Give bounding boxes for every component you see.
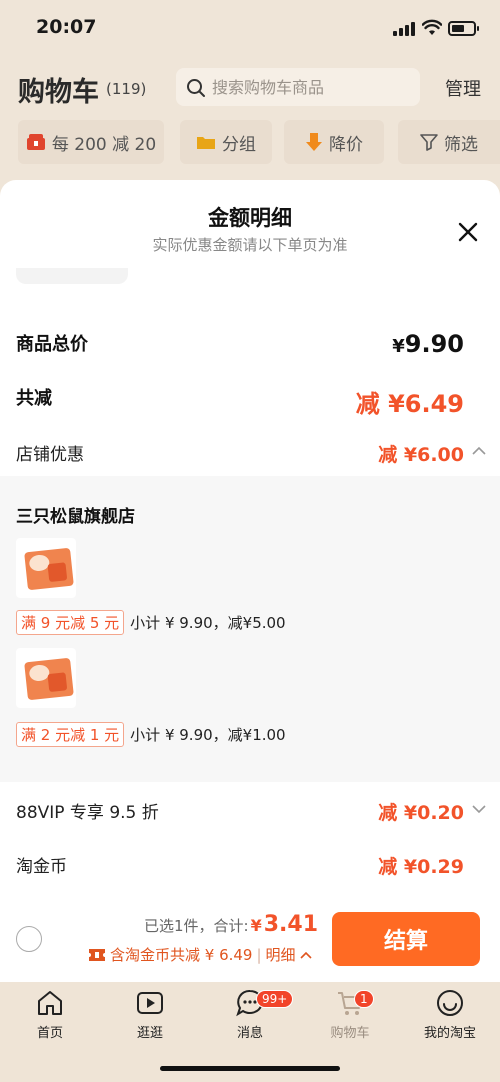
coupon-icon [26, 134, 45, 150]
chip-group[interactable]: 分组 [180, 120, 272, 164]
scroll-peek [16, 268, 128, 284]
cart-header: 购物车 (119) 管理 [0, 64, 500, 114]
battery-icon [448, 21, 479, 36]
total-price-row: 商品总价 ¥9.90 [16, 330, 484, 364]
total-price-label: 商品总价 [16, 334, 88, 355]
tab-cart[interactable]: 购物车 1 [300, 988, 400, 1041]
tab-label: 我的淘宝 [423, 1026, 476, 1041]
tab-my-taobao[interactable]: 我的淘宝 [400, 988, 500, 1041]
wifi-icon [422, 19, 442, 35]
taojinbi-label: 淘金币 [16, 857, 67, 877]
promo-tag: 满 2 元减 1 元 [16, 722, 125, 747]
total-price-value: ¥9.90 [392, 330, 464, 358]
vip-discount-value: 减 ¥0.20 [378, 802, 464, 824]
home-indicator [160, 1066, 340, 1071]
total-discount-row: 共减 减 ¥6.49 [16, 384, 484, 418]
filter-chips: 每 200 减 20 分组 降价 筛选 [0, 120, 500, 166]
total-currency: ¥ [250, 916, 262, 935]
manage-button[interactable]: 管理 [445, 75, 481, 101]
checkout-button[interactable]: 结算 [332, 912, 480, 966]
cart-count: (119) [106, 80, 147, 98]
cart-search-input[interactable] [212, 76, 412, 98]
shop-discount-label: 店铺优惠 [16, 445, 84, 465]
total-price-amount: 9.90 [404, 330, 464, 358]
chevron-up-icon[interactable] [472, 446, 486, 456]
taojinbi-value: 减 ¥0.29 [378, 856, 464, 878]
close-icon[interactable] [454, 218, 482, 246]
tab-label: 购物车 [330, 1026, 370, 1041]
filter-icon [420, 134, 438, 151]
chevron-up-icon [299, 951, 312, 959]
signal-icon [393, 22, 417, 36]
sheet-subtitle: 实际优惠金额请以下单页为准 [152, 236, 348, 254]
promo-line: 满 2 元减 1 元 小计 ¥ 9.90，减¥1.00 [16, 722, 286, 747]
chip-label: 分组 [222, 134, 256, 155]
chip-price-drop[interactable]: 降价 [284, 120, 384, 164]
cart-title: 购物车 [18, 77, 99, 108]
chip-filter[interactable]: 筛选 [398, 120, 500, 164]
tab-browse[interactable]: 逛逛 [100, 988, 200, 1041]
tab-label: 消息 [236, 1026, 263, 1041]
select-all-radio[interactable] [16, 926, 42, 952]
price-drop-icon [306, 133, 322, 151]
product-thumbnail[interactable] [16, 648, 76, 708]
total-discount-value: 减 ¥6.49 [355, 390, 464, 418]
promo-summary: 小计 ¥ 9.90，减¥5.00 [130, 614, 286, 632]
amount-detail-sheet: 金额明细 实际优惠金额请以下单页为准 商品总价 ¥9.90 共减 减 ¥6.49… [0, 180, 500, 982]
selected-summary: 已选1件，合计: ¥ 3.41 [144, 912, 318, 937]
profile-icon [437, 990, 463, 1016]
vip-discount-row[interactable]: 88VIP 专享 9.5 折 减 ¥0.20 [16, 798, 486, 828]
total-discount-label: 共减 [16, 388, 52, 409]
detail-link[interactable]: 明细 [266, 944, 296, 965]
tab-label: 首页 [36, 1026, 63, 1041]
tab-home[interactable]: 首页 [0, 988, 100, 1041]
tab-messages[interactable]: 消息 99+ [200, 988, 300, 1041]
divider: | [256, 945, 262, 964]
product-thumbnail[interactable] [16, 538, 76, 598]
home-icon [38, 991, 62, 1015]
coin-discount-line[interactable]: 含淘金币共减 ¥ 6.49 | 明细 [88, 944, 312, 965]
shop-name: 三只松鼠旗舰店 [16, 507, 135, 527]
video-play-icon [137, 992, 163, 1014]
coin-discount-text: 含淘金币共减 ¥ 6.49 [110, 946, 253, 964]
search-icon [187, 79, 205, 97]
cart-badge: 1 [354, 990, 374, 1008]
chip-label: 降价 [329, 134, 363, 155]
folder-icon [197, 137, 215, 149]
chip-label: 每 200 减 20 [51, 134, 157, 155]
selected-text: 已选1件，合计: [143, 917, 249, 935]
vip-discount-label: 88VIP 专享 9.5 折 [16, 803, 159, 823]
tab-label: 逛逛 [136, 1026, 163, 1041]
promo-tag: 满 9 元减 5 元 [16, 610, 125, 635]
cart-search-box[interactable] [176, 68, 420, 106]
sheet-title: 金额明细 [208, 206, 292, 230]
checkout-bar: 已选1件，合计: ¥ 3.41 含淘金币共减 ¥ 6.49 | 明细 结算 [0, 904, 500, 982]
chip-discount[interactable]: 每 200 减 20 [18, 120, 164, 164]
total-amount: 3.41 [263, 912, 318, 937]
status-time: 20:07 [36, 16, 97, 38]
promo-line: 满 9 元减 5 元 小计 ¥ 9.90，减¥5.00 [16, 610, 286, 635]
status-bar: 20:07 [0, 0, 500, 58]
ticket-icon [89, 948, 105, 961]
message-badge: 99+ [256, 990, 294, 1008]
shop-discount-row[interactable]: 店铺优惠 减 ¥6.00 [16, 440, 486, 470]
taojinbi-row: 淘金币 减 ¥0.29 [16, 852, 484, 882]
currency-symbol: ¥ [392, 336, 405, 357]
chevron-down-icon[interactable] [472, 804, 486, 814]
promo-summary: 小计 ¥ 9.90，减¥1.00 [130, 726, 286, 744]
shop-discount-detail: 三只松鼠旗舰店 满 9 元减 5 元 小计 ¥ 9.90，减¥5.00 满 2 … [0, 476, 500, 782]
chip-label: 筛选 [444, 134, 478, 155]
shop-discount-value: 减 ¥6.00 [378, 444, 464, 466]
